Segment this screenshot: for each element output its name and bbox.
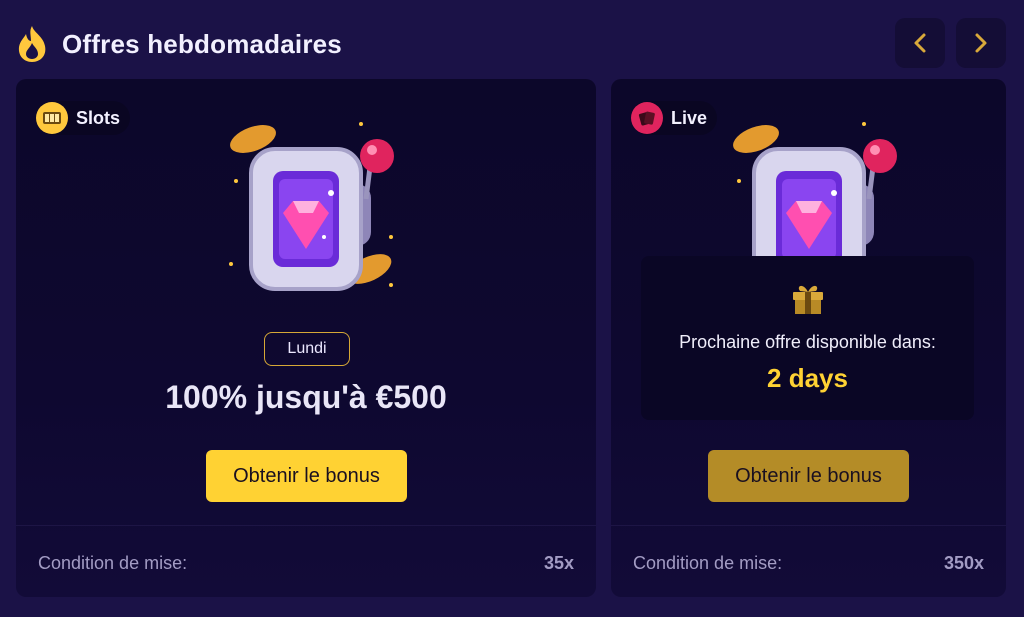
next-button[interactable] <box>956 18 1006 68</box>
category-badge: Slots <box>36 101 131 135</box>
day-pill: Lundi <box>264 332 350 366</box>
offer-card-slots: Slots Lundi 100% jusqu'à €500 Obtenir le… <box>16 79 596 597</box>
get-bonus-button[interactable]: Obtenir le bonus <box>708 450 909 502</box>
divider <box>16 525 596 526</box>
offer-text: 100% jusqu'à €500 <box>165 379 447 415</box>
previous-button[interactable] <box>895 18 945 68</box>
slot-machine-icon <box>36 102 68 134</box>
category-badge: Live <box>631 101 718 135</box>
offer-card-live: Live Prochaine offre disponible dans: 2 … <box>611 79 1006 597</box>
wager-label: Condition de mise: <box>38 553 188 573</box>
gift-icon <box>793 285 823 314</box>
chevron-right-icon <box>975 33 987 53</box>
playing-cards-icon <box>631 102 663 134</box>
get-bonus-button[interactable]: Obtenir le bonus <box>206 450 407 502</box>
countdown-panel: Prochaine offre disponible dans: 2 days <box>641 256 974 420</box>
wager-value: 350x <box>943 553 984 573</box>
category-label: Slots <box>76 107 121 128</box>
page-title: Offres hebdomadaires <box>62 28 342 59</box>
flame-icon <box>18 26 46 62</box>
wager-value: 35x <box>543 553 574 573</box>
countdown-value: 2 days <box>767 363 848 393</box>
section-header: Offres hebdomadaires <box>14 22 342 66</box>
slot-machine-illustration <box>229 122 394 291</box>
chevron-left-icon <box>914 33 926 53</box>
wager-label: Condition de mise: <box>633 553 783 573</box>
countdown-label: Prochaine offre disponible dans: <box>679 332 936 352</box>
slot-machine-illustration <box>733 122 897 259</box>
divider <box>611 525 1006 526</box>
category-label: Live <box>671 107 708 128</box>
